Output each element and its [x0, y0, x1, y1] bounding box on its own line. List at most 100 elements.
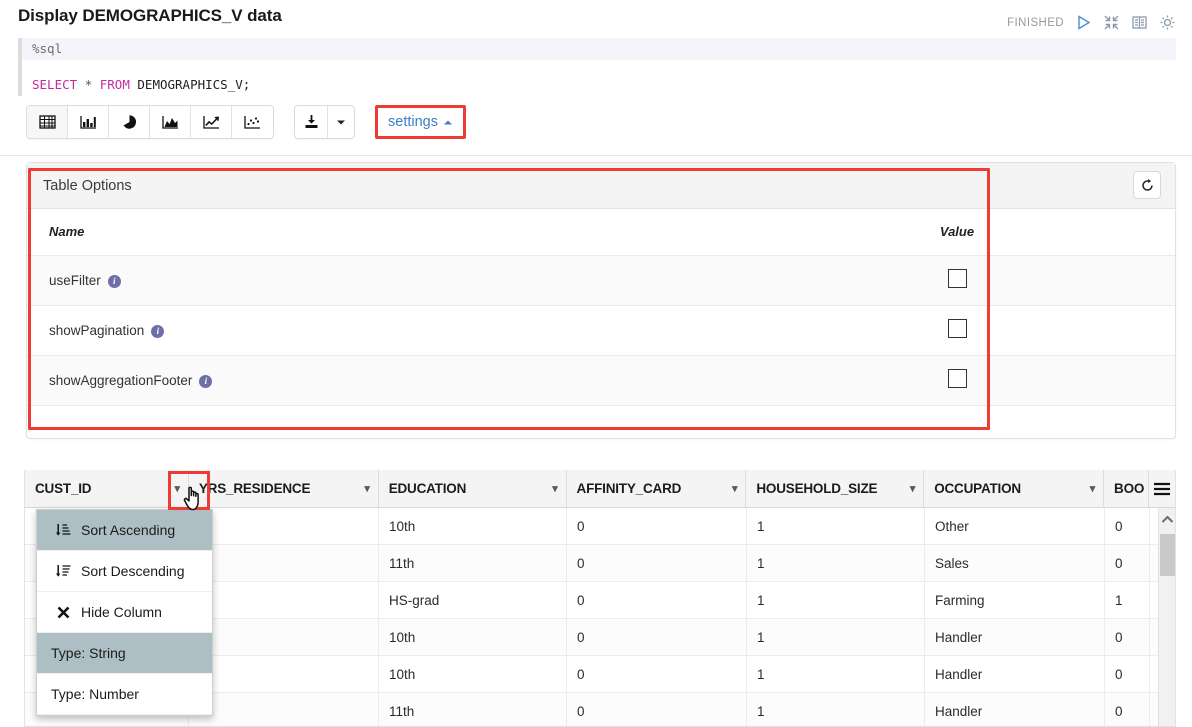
info-icon[interactable]: i: [151, 324, 165, 338]
cell-boo: 0: [1105, 508, 1150, 544]
chevron-down-icon[interactable]: ▾: [364, 482, 370, 495]
cell-household-size: 1: [747, 619, 925, 655]
option-spacer-cell: [1032, 255, 1175, 306]
column-header-boo[interactable]: BOO: [1104, 470, 1150, 507]
bar-chart-icon[interactable]: [68, 106, 109, 138]
caret-up-icon: [443, 113, 453, 131]
cell-education: HS-grad: [379, 582, 567, 618]
column-header-label: HOUSEHOLD_SIZE: [756, 481, 878, 496]
scatter-chart-icon[interactable]: [232, 106, 273, 138]
paragraph-status-bar: FINISHED: [1007, 14, 1176, 31]
cell-household-size: 1: [747, 656, 925, 692]
option-label: useFilter: [49, 272, 101, 288]
collapse-icon[interactable]: [1103, 14, 1120, 31]
hamburger-icon[interactable]: [1149, 470, 1175, 507]
area-chart-icon[interactable]: [150, 106, 191, 138]
cell-boo: 0: [1105, 619, 1150, 655]
menu-item-label: Type: Number: [51, 686, 139, 702]
info-icon[interactable]: i: [199, 374, 213, 388]
cell-yrs-residence: 0: [189, 545, 379, 581]
table-row: showAggregationFooter i: [27, 355, 1175, 406]
cell-yrs-residence: 1: [189, 656, 379, 692]
cell-yrs-residence: 1: [189, 693, 379, 726]
status-badge: FINISHED: [1007, 16, 1064, 29]
chevron-down-icon[interactable]: ▾: [732, 482, 738, 495]
cell-boo: 0: [1105, 693, 1150, 726]
close-x-icon: [51, 605, 75, 620]
menu-item-hide-column[interactable]: Hide Column: [37, 592, 212, 633]
download-icon[interactable]: [295, 106, 328, 138]
option-spacer-cell: [1032, 355, 1175, 406]
grid-vertical-scrollbar[interactable]: [1158, 508, 1175, 726]
option-value-cell: [882, 355, 1032, 406]
option-value-cell: [882, 305, 1032, 356]
column-header-occupation[interactable]: OCCUPATION ▾: [924, 470, 1105, 507]
code-editor[interactable]: %sql SELECT * FROM DEMOGRAPHICS_V;: [18, 38, 1176, 96]
showpagination-checkbox[interactable]: [947, 319, 967, 338]
options-col-value: Value: [882, 209, 1032, 256]
cell-education: 10th: [379, 508, 567, 544]
cell-occupation: Handler: [925, 693, 1105, 726]
chevron-down-icon[interactable]: ▾: [552, 482, 558, 495]
cell-occupation: Farming: [925, 582, 1105, 618]
menu-item-label: Type: String: [51, 645, 126, 661]
chevron-up-icon[interactable]: [1159, 508, 1175, 530]
pie-chart-icon[interactable]: [109, 106, 150, 138]
cell-boo: 1: [1105, 582, 1150, 618]
cell-education: 10th: [379, 619, 567, 655]
reset-icon[interactable]: [1133, 171, 1161, 199]
column-header-affinity-card[interactable]: AFFINITY_CARD ▾: [567, 470, 747, 507]
column-header-label: EDUCATION: [388, 481, 467, 496]
cell-affinity-card: 0: [567, 582, 747, 618]
cell-occupation: Other: [925, 508, 1105, 544]
options-col-spacer: [1032, 209, 1175, 256]
table-icon[interactable]: [27, 106, 68, 138]
cell-affinity-card: 0: [567, 508, 747, 544]
visualization-toolbar: settings: [26, 105, 466, 139]
option-name-cell: showAggregationFooter i: [27, 355, 882, 406]
cell-occupation: Handler: [925, 656, 1105, 692]
book-icon[interactable]: [1131, 14, 1148, 31]
column-context-menu: Sort Ascending Sort Descending Hide Colu…: [36, 509, 213, 716]
sql-table-name: DEMOGRAPHICS_V;: [137, 77, 251, 92]
table-options-list: Name Value useFilter i showPagination i: [27, 209, 1175, 406]
menu-item-type-string[interactable]: Type: String: [37, 633, 212, 674]
line-chart-icon[interactable]: [191, 106, 232, 138]
option-name-cell: useFilter i: [27, 255, 882, 306]
cell-yrs-residence: 0: [189, 582, 379, 618]
cell-yrs-residence: 0: [189, 508, 379, 544]
cell-yrs-residence: 1: [189, 619, 379, 655]
cell-affinity-card: 0: [567, 693, 747, 726]
gear-icon[interactable]: [1159, 14, 1176, 31]
cell-education: 11th: [379, 693, 567, 726]
settings-label: settings: [388, 114, 438, 130]
scrollbar-thumb[interactable]: [1160, 534, 1175, 576]
menu-item-sort-descending[interactable]: Sort Descending: [37, 551, 212, 592]
options-col-name: Name: [27, 209, 882, 256]
caret-down-icon[interactable]: [328, 106, 354, 138]
run-icon[interactable]: [1075, 14, 1092, 31]
column-header-cust-id[interactable]: CUST_ID ▾: [25, 470, 189, 507]
editor-line-interpreter: %sql: [22, 38, 1176, 60]
cell-boo: 0: [1105, 656, 1150, 692]
table-row: useFilter i: [27, 255, 1175, 306]
cell-boo: 0: [1105, 545, 1150, 581]
column-header-yrs-residence[interactable]: YRS_RESIDENCE ▾: [189, 470, 379, 507]
grid-header-row: CUST_ID ▾ YRS_RESIDENCE ▾ EDUCATION ▾ AF…: [25, 470, 1175, 508]
column-header-label: AFFINITY_CARD: [576, 481, 682, 496]
menu-item-sort-ascending[interactable]: Sort Ascending: [37, 510, 212, 551]
cell-household-size: 1: [747, 508, 925, 544]
info-icon[interactable]: i: [107, 274, 121, 288]
chevron-down-icon[interactable]: ▾: [910, 482, 916, 495]
cell-household-size: 1: [747, 545, 925, 581]
column-header-household-size[interactable]: HOUSEHOLD_SIZE ▾: [746, 470, 925, 507]
menu-item-type-number[interactable]: Type: Number: [37, 674, 212, 715]
chevron-down-icon[interactable]: ▾: [175, 482, 181, 495]
usefilter-checkbox[interactable]: [947, 269, 967, 288]
column-header-education[interactable]: EDUCATION ▾: [379, 470, 567, 507]
menu-item-label: Sort Ascending: [81, 522, 176, 538]
showaggregationfooter-checkbox[interactable]: [947, 369, 967, 388]
settings-toggle[interactable]: settings: [375, 105, 466, 139]
chevron-down-icon[interactable]: ▾: [1090, 482, 1096, 495]
cell-affinity-card: 0: [567, 619, 747, 655]
